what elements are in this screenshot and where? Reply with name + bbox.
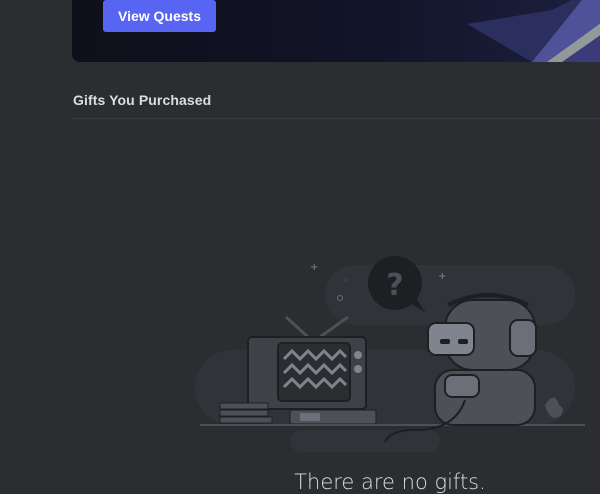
section-divider — [73, 118, 600, 119]
quest-banner-illustration — [467, 0, 600, 62]
gifts-section-title: Gifts You Purchased — [73, 92, 212, 108]
no-gifts-illustration: + + ⁘ ? — [195, 256, 585, 452]
empty-gifts-message: There are no gifts. — [294, 470, 486, 494]
svg-text:+: + — [438, 271, 446, 282]
view-quests-button[interactable]: View Quests — [103, 0, 216, 32]
svg-text:?: ? — [386, 268, 403, 303]
svg-text:⁘: ⁘ — [342, 276, 350, 286]
svg-text:+: + — [310, 262, 318, 273]
